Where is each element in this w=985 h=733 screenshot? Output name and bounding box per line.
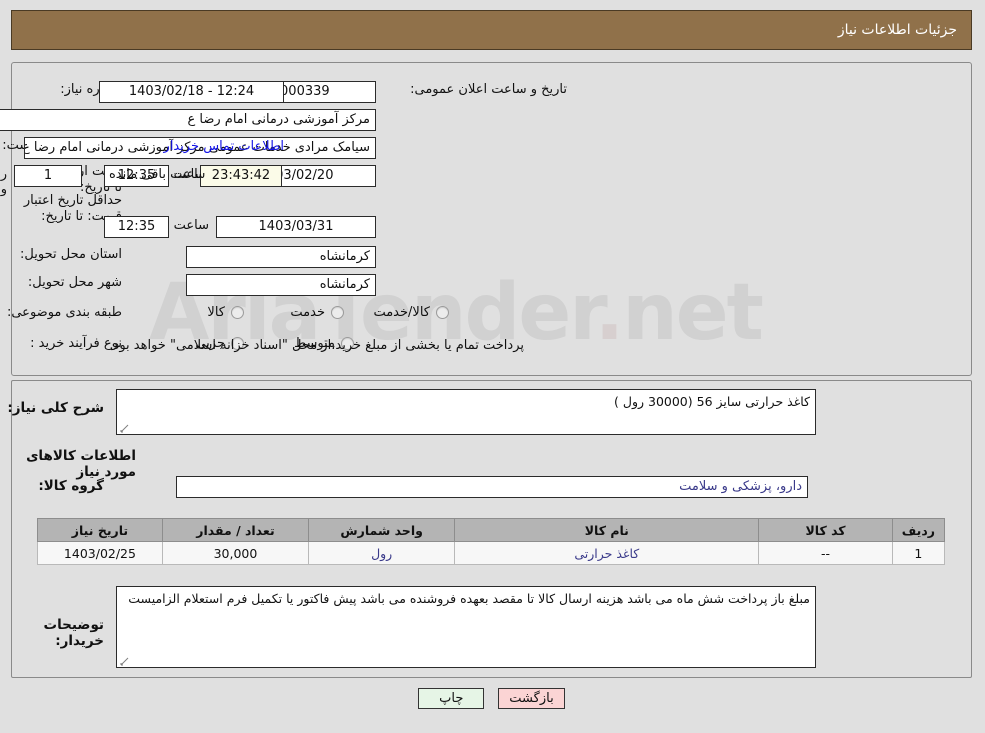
col-name: نام کالا — [455, 518, 761, 542]
subject-classification-option-0[interactable]: کالا — [208, 305, 245, 320]
subject-classification-option-1-label: خدمت — [291, 305, 326, 320]
delivery-city-label: شهر محل تحویل: — [28, 275, 123, 290]
resize-grip-icon[interactable] — [121, 424, 130, 433]
cell-code: -- — [759, 541, 894, 565]
buyer-org-field[interactable]: مرکز آموزشی درمانی امام رضا ع — [0, 109, 377, 131]
action-buttons: بازگشت چاپ — [0, 688, 985, 709]
general-need-label: شرح کلی نیاز: — [8, 400, 105, 416]
response-deadline-countdown-label: ساعت باقی مانده — [110, 167, 207, 182]
goods-group-field[interactable]: دارو، پزشکی و سلامت — [177, 476, 809, 498]
announce-datetime-label-row: تاریخ و ساعت اعلان عمومی: — [411, 82, 568, 98]
table-row: 1 -- کاغذ حرارتی رول 30,000 1403/02/25 — [38, 541, 947, 565]
radio-goods-icon[interactable] — [232, 306, 245, 319]
delivery-city-field[interactable]: کرمانشاه — [187, 274, 377, 296]
back-button[interactable]: بازگشت — [499, 688, 566, 709]
announce-datetime-field[interactable]: 12:24 - 1403/02/18 — [100, 81, 285, 103]
table-header-row: ردیف کد کالا نام کالا واحد شمارش تعداد /… — [38, 518, 947, 542]
cell-quantity: 30,000 — [162, 541, 311, 565]
subject-classification-option-2-label: کالا/خدمت — [374, 305, 431, 320]
cell-name: کاغذ حرارتی — [455, 541, 761, 565]
page-header-bar: جزئیات اطلاعات نیاز — [12, 10, 973, 50]
radio-goods-service-icon[interactable] — [437, 306, 450, 319]
price-validity-time-label: ساعت — [174, 218, 210, 233]
col-unit: واحد شمارش — [309, 518, 457, 542]
col-need-date: تاریخ نیاز — [38, 518, 164, 542]
response-deadline-days-field[interactable]: 1 — [15, 165, 83, 187]
goods-info-title: اطلاعات کالاهای مورد نیاز — [27, 448, 137, 480]
general-need-text: کاغذ حرارتی سایز 56 (30000 رول ) — [615, 394, 811, 409]
cell-need-date: 1403/02/25 — [38, 541, 164, 565]
subject-classification-option-1[interactable]: خدمت — [291, 305, 345, 320]
response-deadline-days-label: روز و — [0, 167, 8, 197]
subject-classification-option-2[interactable]: کالا/خدمت — [374, 305, 450, 320]
page-title: جزئیات اطلاعات نیاز — [838, 22, 958, 38]
buyer-contact-link[interactable]: اطلاعات تماس خریدار — [160, 139, 285, 154]
announce-datetime-label: تاریخ و ساعت اعلان عمومی: — [411, 82, 568, 97]
col-row-no: ردیف — [892, 518, 947, 542]
delivery-province-field[interactable]: کرمانشاه — [187, 246, 377, 268]
cell-row-no: 1 — [892, 541, 947, 565]
purchase-process-note: پرداخت تمام یا بخشی از مبلغ خرید،از محل … — [110, 338, 525, 353]
delivery-province-label: استان محل تحویل: — [21, 247, 123, 262]
goods-table: ردیف کد کالا نام کالا واحد شمارش تعداد /… — [38, 518, 947, 565]
subject-classification-label: طبقه بندی موضوعی: — [7, 305, 123, 320]
response-deadline-countdown-field: 23:43:42 — [201, 165, 283, 187]
purchase-process-label-row: نوع فرآیند خرید : — [31, 336, 123, 352]
goods-group-label: گروه کالا: — [39, 478, 105, 494]
col-code: کد کالا — [759, 518, 894, 542]
general-need-textarea[interactable]: کاغذ حرارتی سایز 56 (30000 رول ) — [117, 389, 817, 435]
price-validity-date-field[interactable]: 1403/03/31 — [217, 216, 377, 238]
delivery-city-label-row: شهر محل تحویل: — [29, 275, 123, 291]
delivery-province-label-row: استان محل تحویل: — [21, 247, 123, 263]
buyer-notes-textarea[interactable]: مبلغ باز پرداخت شش ماه می باشد هزینه ارس… — [117, 586, 817, 668]
subject-classification-label-row: طبقه بندی موضوعی: — [8, 305, 123, 321]
buyer-notes-label: توضیحات خریدار: — [44, 617, 105, 649]
print-button[interactable]: چاپ — [419, 688, 486, 709]
purchase-process-label: نوع فرآیند خرید : — [31, 336, 123, 351]
col-quantity: تعداد / مقدار — [162, 518, 311, 542]
radio-service-icon[interactable] — [332, 306, 345, 319]
cell-unit: رول — [309, 541, 457, 565]
buyer-notes-text: مبلغ باز پرداخت شش ماه می باشد هزینه ارس… — [129, 591, 811, 606]
subject-classification-option-0-label: کالا — [208, 305, 226, 320]
resize-grip-icon-2[interactable] — [121, 657, 130, 666]
price-validity-time-field[interactable]: 12:35 — [105, 216, 170, 238]
